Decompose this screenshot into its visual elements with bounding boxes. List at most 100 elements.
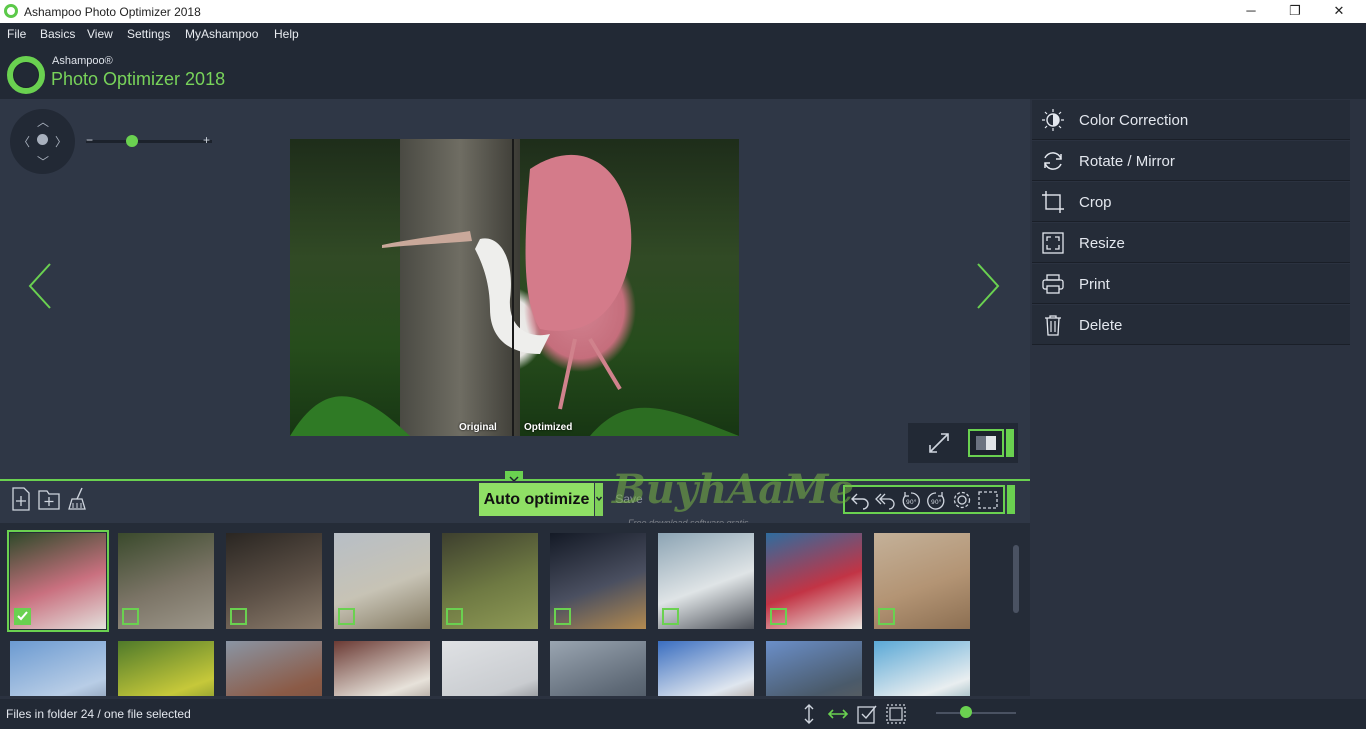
vertical-layout-icon[interactable] [798,703,820,725]
resize-icon [1042,232,1064,254]
chevron-left-icon [28,263,51,309]
delete-label: Delete [1079,317,1123,334]
thumbnail-item[interactable] [874,641,970,696]
color-correction-button[interactable]: Color Correction [1032,100,1350,140]
original-label: Original [459,422,497,433]
thumbnail-item[interactable] [658,641,754,696]
resize-label: Resize [1079,235,1125,252]
photo-preview[interactable]: Original Optimized [290,139,739,436]
rotate-right-icon[interactable]: 90° [925,490,947,510]
thumbnail-item[interactable] [766,641,862,696]
undo-icon[interactable] [849,490,871,510]
status-text: Files in folder 24 / one file selected [6,707,191,721]
fullscreen-icon[interactable] [924,428,954,458]
thumbnail-item[interactable] [550,641,646,696]
rotate-mirror-label: Rotate / Mirror [1079,153,1175,170]
print-label: Print [1079,276,1110,293]
checkbox-icon[interactable] [770,608,787,625]
checkmark-icon [17,611,28,621]
menu-myashampoo[interactable]: MyAshampoo [185,27,258,41]
thumbnail-size-slider[interactable] [936,712,1016,714]
thumbnail-grid [0,523,1030,696]
checkbox-icon[interactable] [338,608,355,625]
thumbnail-item[interactable] [334,641,430,696]
horizontal-layout-icon[interactable] [827,703,849,725]
center-dot-icon[interactable] [37,134,48,145]
undo-all-icon[interactable] [874,490,896,510]
select-all-icon[interactable] [856,703,878,725]
crop-label: Crop [1079,194,1112,211]
menu-file[interactable]: File [7,27,26,41]
zoom-slider[interactable] [86,140,212,143]
print-button[interactable]: Print [1032,264,1350,304]
checkbox-icon[interactable] [446,608,463,625]
add-folder-icon[interactable] [37,486,61,512]
minimize-button[interactable]: ─ [1228,0,1274,23]
auto-optimize-button[interactable]: Auto optimize [479,483,594,516]
checkbox-icon[interactable] [554,608,571,625]
checkbox-checked-icon[interactable] [14,608,31,625]
clear-broom-icon[interactable] [66,486,90,512]
chevron-up-icon[interactable]: ︿ [37,113,49,130]
view-mode-dropdown[interactable] [1006,429,1014,457]
checkbox-icon[interactable] [662,608,679,625]
chevron-down-icon[interactable]: ﹀ [37,153,49,170]
thumbnail-item[interactable] [442,641,538,696]
crop-button[interactable]: Crop [1032,182,1350,222]
thumbnail-item[interactable] [118,533,214,629]
chevron-right-icon[interactable]: 〉 [55,133,67,150]
new-file-icon[interactable] [9,486,33,512]
chevron-down-icon [595,496,603,502]
checkbox-icon[interactable] [878,608,895,625]
edit-tools-dropdown[interactable] [1007,485,1015,514]
collapse-viewer-button[interactable] [505,471,523,483]
thumbnail-item[interactable] [658,533,754,629]
thumbnail-item[interactable] [550,533,646,629]
thumbnail-item[interactable] [118,641,214,696]
thumbnail-scrollbar[interactable] [1013,545,1019,613]
thumbnail-size-handle[interactable] [959,706,972,718]
checkbox-icon[interactable] [230,608,247,625]
thumbnail-item[interactable] [442,533,538,629]
zoom-in-icon[interactable]: + [203,133,210,147]
thumbnail-item[interactable] [334,533,430,629]
logo-brand: Ashampoo® [52,55,113,67]
gear-icon[interactable] [951,490,973,510]
thumbnail-item[interactable] [874,533,970,629]
pan-navigator[interactable]: ︿ ﹀ 〈 〉 [10,109,75,174]
compare-divider[interactable] [512,139,514,436]
optimized-label: Optimized [524,422,573,433]
color-correction-label: Color Correction [1079,112,1189,129]
maximize-button[interactable]: ❐ [1272,0,1318,23]
menu-view[interactable]: View [87,27,113,41]
zoom-out-icon[interactable]: − [86,133,93,147]
rotate-mirror-button[interactable]: Rotate / Mirror [1032,141,1350,181]
save-button[interactable]: Save [611,484,647,515]
select-area-icon[interactable] [977,490,999,510]
app-icon [4,4,18,18]
menu-basics[interactable]: Basics [40,27,75,41]
delete-button[interactable]: Delete [1032,305,1350,345]
thumbnail-item[interactable] [10,641,106,696]
chevron-left-icon[interactable]: 〈 [18,133,30,150]
close-button[interactable]: ✕ [1316,0,1362,23]
compare-view-toggle[interactable] [968,429,1004,457]
thumbnail-item[interactable] [766,533,862,629]
checkbox-icon[interactable] [122,608,139,625]
print-icon [1042,274,1064,294]
previous-image-button[interactable] [22,258,62,318]
thumbnail-item[interactable] [226,533,322,629]
zoom-slider-handle[interactable] [125,135,138,147]
next-image-button[interactable] [968,258,1008,318]
menu-help[interactable]: Help [274,27,299,41]
rotate-left-icon[interactable]: 90° [900,490,922,510]
auto-optimize-dropdown[interactable] [595,483,603,516]
deselect-all-icon[interactable] [885,703,907,725]
menu-settings[interactable]: Settings [127,27,170,41]
thumbnail-item[interactable] [7,530,109,632]
resize-button[interactable]: Resize [1032,223,1350,263]
menu-bar: File Basics View Settings MyAshampoo Hel… [0,23,1366,45]
logo-icon [7,56,45,94]
photo-bird [290,154,739,436]
thumbnail-item[interactable] [226,641,322,696]
